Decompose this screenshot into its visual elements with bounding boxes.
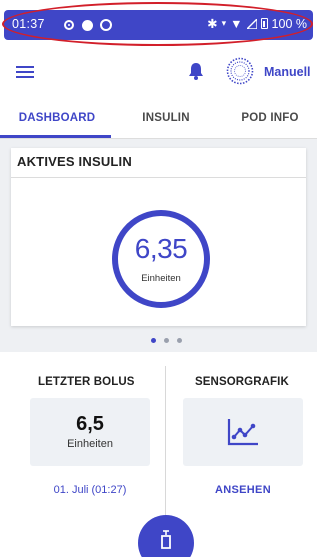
last-bolus-unit: Einheiten <box>67 438 113 450</box>
tab-dashboard[interactable]: DASHBOARD <box>0 112 114 124</box>
phone-screen: 01:37 ✱ ▾ ▼ 100 % Manuell DASHBOARD INSU… <box>0 0 317 557</box>
wifi-icon: ▼ <box>230 16 243 31</box>
bluetooth-icon: ✱ <box>207 17 218 31</box>
sync-icon <box>100 19 112 31</box>
tab-pod-info[interactable]: POD INFO <box>229 112 311 124</box>
mode-label[interactable]: Manuell <box>264 65 311 79</box>
card-title: AKTIVES INSULIN <box>17 154 132 169</box>
tab-insulin[interactable]: INSULIN <box>134 112 198 124</box>
card-divider <box>11 177 306 178</box>
last-bolus-title: LETZTER BOLUS <box>38 376 135 388</box>
bell-icon[interactable] <box>188 62 204 80</box>
battery-icon <box>260 18 268 29</box>
circle-filled-icon <box>82 20 93 31</box>
status-right-group: ✱ ▾ ▼ 100 % <box>207 16 307 32</box>
active-insulin-value: 6,35 <box>134 233 188 264</box>
chart-line-icon <box>227 419 258 446</box>
battery-percent: 100 % <box>271 16 307 31</box>
page-dot-3 <box>176 337 182 343</box>
bolus-icon <box>161 530 171 549</box>
active-insulin-unit: Einheiten <box>141 273 181 284</box>
pod-status-icon[interactable] <box>226 57 254 85</box>
page-dot-2 <box>163 337 169 343</box>
active-insulin-card[interactable]: AKTIVES INSULIN 6,35 Einheiten <box>11 148 306 326</box>
last-bolus-value: 6,5 <box>76 413 104 435</box>
sensor-graph-title: SENSORGRAFIK <box>195 376 289 388</box>
tab-bar: DASHBOARD INSULIN POD INFO <box>0 100 317 139</box>
page-dot-1 <box>150 337 156 343</box>
last-bolus-date: 01. Juli (01:27) <box>53 484 127 496</box>
app-bar: Manuell <box>0 48 317 92</box>
status-time: 01:37 <box>12 17 45 31</box>
sensor-graph-box[interactable] <box>183 398 303 466</box>
signal-icon <box>246 18 257 29</box>
menu-icon[interactable] <box>16 66 34 78</box>
page-indicator[interactable] <box>138 332 194 348</box>
last-bolus-box: 6,5 Einheiten <box>30 398 150 466</box>
tab-active-indicator <box>0 135 111 138</box>
sensor-graph-view-link[interactable]: ANSEHEN <box>183 484 303 496</box>
record-icon <box>64 20 74 30</box>
status-bar: 01:37 ✱ ▾ ▼ 100 % <box>4 10 313 40</box>
active-insulin-gauge: 6,35 Einheiten <box>112 210 210 308</box>
vibrate-icon: ▾ <box>221 18 227 28</box>
panel-divider <box>165 366 166 526</box>
